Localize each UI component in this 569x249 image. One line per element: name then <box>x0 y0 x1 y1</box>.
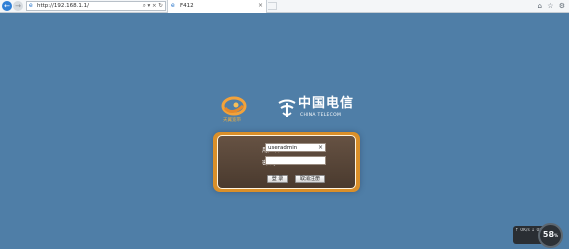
home-icon[interactable]: ⌂ <box>538 2 543 10</box>
tab-page-icon: e <box>171 2 175 9</box>
address-url[interactable]: http://192.168.1.1/ <box>37 2 89 10</box>
tab-close-icon[interactable]: × <box>258 2 263 10</box>
new-tab-button[interactable] <box>268 2 277 10</box>
memory-gauge-icon[interactable]: 58% <box>538 223 563 248</box>
address-bar[interactable]: e http://192.168.1.1/ ⌕ ▾ × ↻ <box>26 1 166 11</box>
username-input[interactable]: useradmin × <box>265 143 326 152</box>
address-controls[interactable]: ⌕ ▾ × ↻ <box>143 2 163 10</box>
gauge-value: 58% <box>540 228 561 243</box>
star-icon[interactable]: ☆ <box>547 2 554 10</box>
login-button[interactable]: 登 录 <box>267 175 288 183</box>
back-arrow-icon[interactable]: ← <box>2 1 12 11</box>
browser-tab[interactable]: e F412 × <box>167 0 267 13</box>
password-input[interactable] <box>265 156 326 165</box>
ie-page-icon: e <box>29 2 33 9</box>
china-telecom-en-name: CHINA TELECOM <box>300 113 342 118</box>
gauge-number: 58 <box>542 230 555 239</box>
forward-arrow-icon[interactable]: → <box>13 1 23 11</box>
router-login-page: ← → e http://192.168.1.1/ ⌕ ▾ × ↻ e F412… <box>0 0 569 249</box>
username-value[interactable]: useradmin <box>268 144 297 152</box>
clear-icon[interactable]: × <box>318 144 323 152</box>
browser-toolbar: ← → e http://192.168.1.1/ ⌕ ▾ × ↻ e F412… <box>0 0 569 13</box>
gauge-unit: % <box>554 233 559 238</box>
tianyi-broadband-text: 天翼宽带 <box>223 118 241 123</box>
tab-title: F412 <box>180 3 194 9</box>
china-telecom-logo-icon <box>278 99 296 117</box>
china-telecom-cn-name: 中国电信 <box>298 96 355 111</box>
browser-right-icons: ⌂ ☆ ⚙ <box>537 1 566 11</box>
cancel-registration-button[interactable]: 取消注册 <box>295 175 325 183</box>
gear-icon[interactable]: ⚙ <box>559 2 566 10</box>
